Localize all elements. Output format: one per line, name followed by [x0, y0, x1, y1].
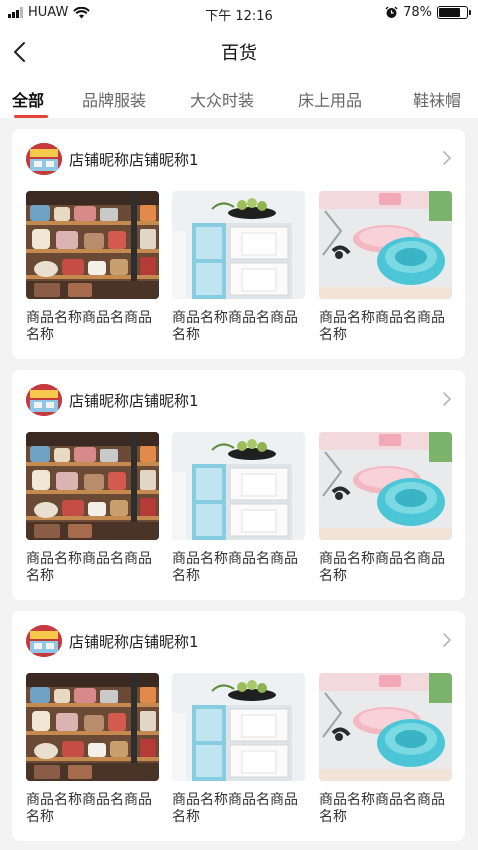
- product-row: 商品名称商品名商品名称 商品名称商品名商品名称 商品名称商品名商品名称: [26, 432, 452, 592]
- shop-avatar: [26, 625, 62, 657]
- shop-avatar: [26, 143, 62, 175]
- product-image: [172, 673, 305, 781]
- product-image: [26, 673, 159, 781]
- tab-active-indicator: [14, 115, 48, 118]
- tab-brand-clothing[interactable]: 品牌服装: [82, 87, 146, 111]
- chevron-right-icon: [443, 392, 452, 406]
- battery-level: [439, 8, 461, 17]
- product-item[interactable]: 商品名称商品名商品名称: [319, 432, 452, 585]
- page-title: 百货: [221, 43, 257, 64]
- product-item[interactable]: 商品名称商品名商品名称: [26, 432, 159, 585]
- product-image: [172, 191, 305, 299]
- back-arrow-icon[interactable]: [10, 39, 32, 65]
- category-tabs: 全部 品牌服装 大众时装 床上用品 鞋袜帽: [0, 78, 478, 118]
- status-bar: HUAW 下午 12:16 78%: [0, 0, 478, 26]
- product-image: [172, 432, 305, 540]
- tab-label: 大众时装: [190, 91, 255, 110]
- tab-label: 床上用品: [298, 91, 363, 110]
- shop-header[interactable]: 店铺昵称店铺昵称1: [26, 143, 455, 175]
- product-image: [319, 191, 452, 299]
- tab-shoes-socks-hats[interactable]: 鞋袜帽: [413, 87, 461, 111]
- battery-icon: [437, 6, 471, 19]
- shop-avatar: [26, 384, 62, 416]
- shop-name: 店铺昵称店铺昵称1: [69, 392, 199, 410]
- shop-card: 店铺昵称店铺昵称1 商品名称商品名商品名称 商品名称商品名商品名称 商品名称商品名商品…: [12, 611, 465, 841]
- product-image: [26, 191, 159, 299]
- product-image: [26, 432, 159, 540]
- product-item[interactable]: 商品名称商品名商品名称: [319, 191, 452, 344]
- shop-name: 店铺昵称店铺昵称1: [69, 633, 199, 651]
- tab-label: 全部: [12, 91, 45, 110]
- chevron-right-icon: [443, 151, 452, 165]
- battery-percent: 78%: [403, 5, 432, 20]
- product-item[interactable]: 商品名称商品名商品名称: [172, 432, 305, 585]
- shop-card: 店铺昵称店铺昵称1 商品名称商品名商品名称 商品名称商品名商品名称 商品名称商品名商品…: [12, 129, 465, 359]
- product-name: 商品名称商品名商品名称: [172, 551, 298, 584]
- product-image: [319, 673, 452, 781]
- product-row: 商品名称商品名商品名称 商品名称商品名商品名称 商品名称商品名商品名称: [26, 191, 452, 351]
- nav-bar: 百货: [0, 26, 478, 78]
- status-right: 78%: [385, 5, 471, 20]
- product-name: 商品名称商品名商品名称: [319, 551, 445, 584]
- product-name: 商品名称商品名商品名称: [26, 551, 152, 584]
- tab-label: 鞋袜帽: [413, 91, 462, 110]
- alarm-icon: [385, 6, 398, 18]
- product-name: 商品名称商品名商品名称: [319, 310, 445, 343]
- product-name: 商品名称商品名商品名称: [319, 792, 445, 825]
- shop-header[interactable]: 店铺昵称店铺昵称1: [26, 384, 455, 416]
- shop-card: 店铺昵称店铺昵称1 商品名称商品名商品名称 商品名称商品名商品名称 商品名称商品名商品…: [12, 370, 465, 600]
- shop-header[interactable]: 店铺昵称店铺昵称1: [26, 625, 455, 657]
- shop-name: 店铺昵称店铺昵称1: [69, 151, 199, 169]
- product-name: 商品名称商品名商品名称: [26, 310, 152, 343]
- tab-all[interactable]: 全部: [12, 87, 48, 118]
- tab-bedding[interactable]: 床上用品: [298, 87, 362, 111]
- tab-label: 品牌服装: [82, 91, 147, 110]
- product-name: 商品名称商品名商品名称: [26, 792, 152, 825]
- product-item[interactable]: 商品名称商品名商品名称: [172, 191, 305, 344]
- tab-popular-fashion[interactable]: 大众时装: [190, 87, 254, 111]
- product-name: 商品名称商品名商品名称: [172, 310, 298, 343]
- product-image: [319, 432, 452, 540]
- product-row: 商品名称商品名商品名称 商品名称商品名商品名称 商品名称商品名商品名称: [26, 673, 452, 833]
- product-item[interactable]: 商品名称商品名商品名称: [26, 673, 159, 826]
- product-name: 商品名称商品名商品名称: [172, 792, 298, 825]
- chevron-right-icon: [443, 633, 452, 647]
- product-item[interactable]: 商品名称商品名商品名称: [26, 191, 159, 344]
- product-item[interactable]: 商品名称商品名商品名称: [172, 673, 305, 826]
- product-item[interactable]: 商品名称商品名商品名称: [319, 673, 452, 826]
